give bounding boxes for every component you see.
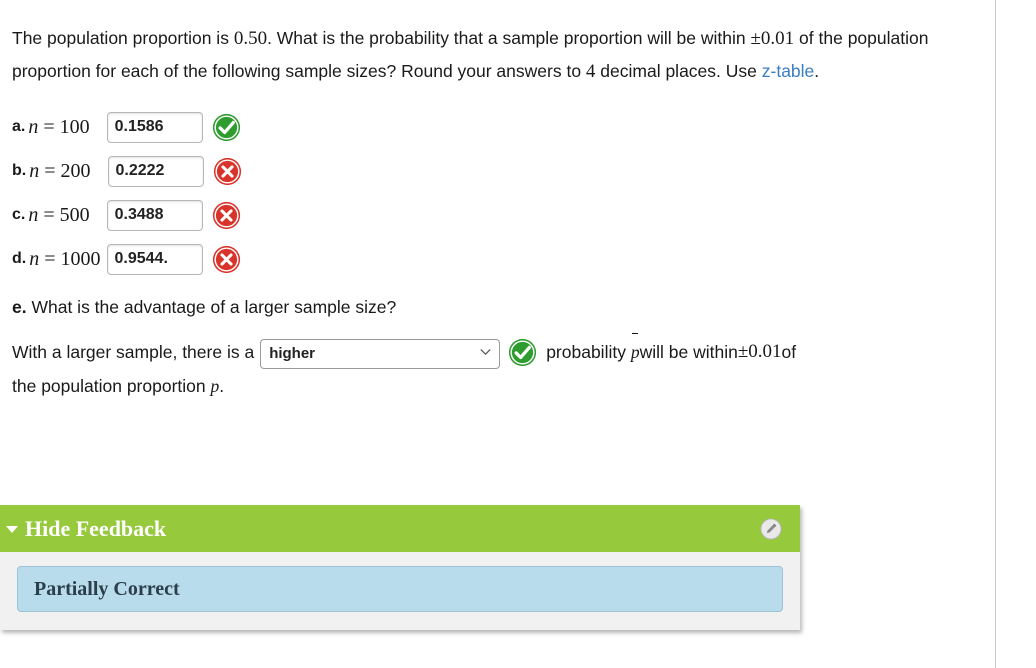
- check-circle-icon-e: [508, 338, 537, 367]
- pencil-icon[interactable]: [760, 518, 782, 540]
- part-e-sentence-mid2: will be within: [640, 335, 738, 369]
- answer-n-d: n = 1000: [29, 248, 100, 271]
- answer-label-a: a.: [12, 118, 25, 136]
- answer-n-b: n = 200: [29, 160, 90, 183]
- feedback-header[interactable]: Hide Feedback: [0, 505, 800, 552]
- decimal-places-value: 4: [586, 61, 596, 82]
- answer-input-a[interactable]: [107, 112, 203, 143]
- part-e-sentence-mid: probability: [546, 335, 626, 369]
- caret-down-icon[interactable]: [6, 526, 18, 533]
- question-page: The population proportion is 0.50. What …: [0, 0, 996, 668]
- answer-row-d: d. n = 1000: [12, 237, 979, 281]
- population-proportion-symbol: p: [210, 376, 219, 396]
- question-content: The population proportion is 0.50. What …: [0, 0, 995, 401]
- question-prompt: The population proportion is 0.50. What …: [12, 22, 979, 88]
- feedback-body: Partially Correct: [0, 552, 800, 630]
- population-proportion-value: 0.50: [234, 28, 267, 49]
- answer-label-d: d.: [12, 250, 26, 268]
- part-e-line2-a: the population proportion: [12, 376, 210, 396]
- advantage-dropdown[interactable]: higher lower: [260, 339, 500, 369]
- answer-row-c: c. n = 500: [12, 193, 979, 237]
- prompt-text-1: The population proportion is: [12, 28, 234, 48]
- part-e-answer-line2: the population proportion p.: [12, 371, 979, 401]
- answer-input-d[interactable]: [107, 244, 203, 275]
- answer-input-c[interactable]: [107, 200, 203, 231]
- part-e-answer-line: With a larger sample, there is a higher …: [12, 335, 979, 369]
- part-e-text: What is the advantage of a larger sample…: [27, 297, 397, 317]
- part-e-sentence-start: With a larger sample, there is a: [12, 335, 254, 369]
- hide-feedback-label[interactable]: Hide Feedback: [25, 516, 166, 542]
- p-bar-symbol: p: [631, 335, 640, 369]
- check-circle-icon-a: [212, 113, 241, 142]
- z-table-link[interactable]: z-table: [762, 61, 815, 81]
- status-badge: Partially Correct: [34, 578, 180, 601]
- feedback-status-banner: Partially Correct: [17, 566, 783, 612]
- answer-row-b: b. n = 200: [12, 149, 979, 193]
- answer-input-b[interactable]: [108, 156, 204, 187]
- answers-list: a. n = 100 b. n = 200: [12, 105, 979, 281]
- prompt-text-5: .: [814, 61, 819, 81]
- answer-label-b: b.: [12, 162, 26, 180]
- x-circle-icon-c: [212, 201, 241, 230]
- part-e-sentence-end: of: [782, 335, 797, 369]
- answer-row-a: a. n = 100: [12, 105, 979, 149]
- x-circle-icon-b: [213, 157, 242, 186]
- prompt-text-2: . What is the probability that a sample …: [267, 28, 750, 48]
- answer-label-c: c.: [12, 206, 25, 224]
- part-e-question: e. What is the advantage of a larger sam…: [12, 293, 979, 321]
- prompt-text-4: decimal places. Use: [595, 61, 761, 81]
- right-gutter: [996, 0, 1036, 668]
- x-circle-icon-d: [212, 245, 241, 274]
- part-e-tolerance: ±0.01: [738, 335, 782, 369]
- part-e-label: e.: [12, 297, 27, 317]
- answer-n-c: n = 500: [28, 204, 89, 227]
- tolerance-value: ±0.01: [751, 28, 795, 49]
- part-e-line2-b: .: [219, 376, 224, 396]
- feedback-panel: Hide Feedback Partially Correct: [0, 505, 800, 630]
- advantage-dropdown-wrap: higher lower: [260, 335, 500, 369]
- answer-n-a: n = 100: [28, 116, 89, 139]
